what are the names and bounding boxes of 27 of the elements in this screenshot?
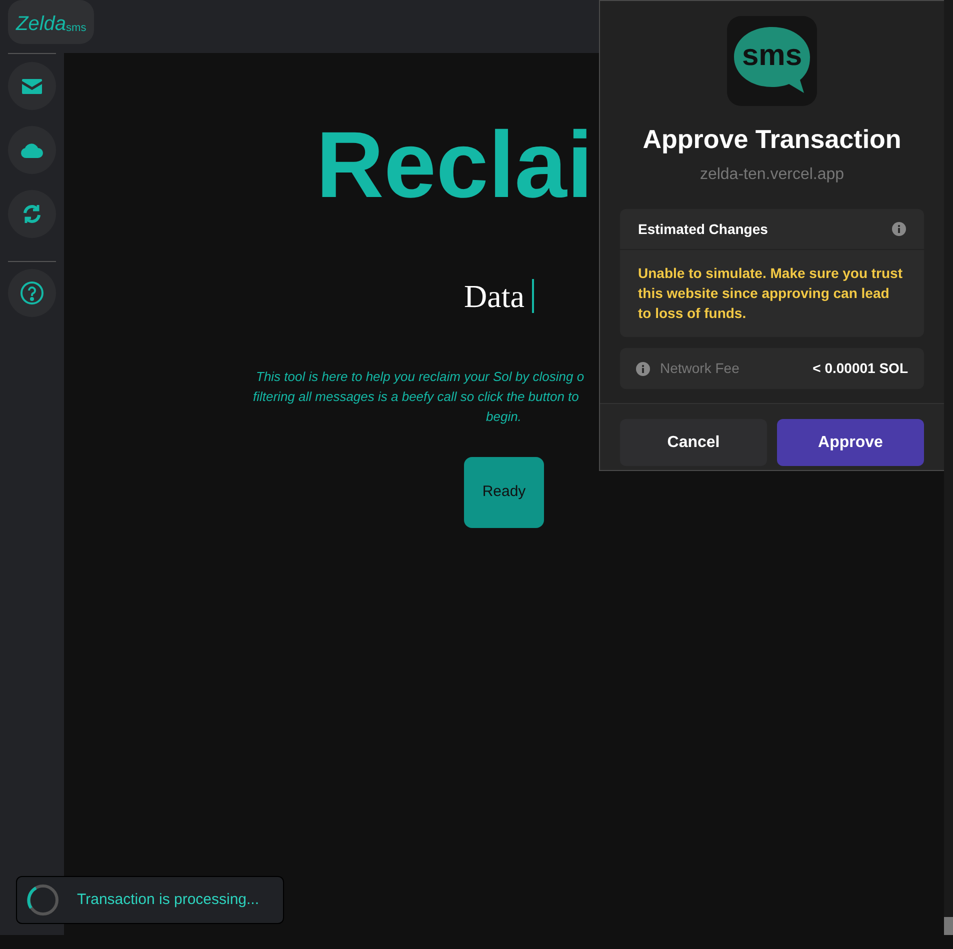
spinner-icon: [27, 884, 59, 916]
page-title: Reclai: [316, 118, 593, 212]
warning-text: Unable to simulate. Make sure you trust this website since approving can lead to loss of funds.: [637, 264, 904, 323]
description-line: This tool is here to help you reclaim your Sol by closing o: [256, 368, 584, 386]
envelope-icon: [21, 77, 43, 95]
info-icon: [892, 222, 906, 236]
toast-message: Transaction is processing...: [77, 890, 260, 910]
panel-title: Estimated Changes: [638, 220, 768, 239]
dialog-title: Approve Transaction: [642, 123, 902, 156]
logo-suffix: sms: [66, 23, 86, 34]
cancel-button[interactable]: Cancel: [620, 419, 767, 466]
ready-button[interactable]: Ready: [464, 457, 544, 528]
sync-icon: [21, 203, 43, 225]
approve-button[interactable]: Approve: [777, 419, 924, 466]
logo-text: Zelda: [16, 14, 66, 34]
scrollbar-thumb[interactable]: [944, 917, 953, 935]
help-icon: [20, 281, 44, 305]
fee-value: < 0.00001 SOL: [812, 359, 908, 378]
description-line: begin.: [486, 408, 522, 426]
site-url: zelda-ten.vercel.app: [700, 165, 844, 185]
description-line: filtering all messages is a beefy call so click the button to: [253, 388, 579, 406]
text-cursor: [532, 279, 534, 313]
typed-text: Data: [464, 277, 524, 316]
cloud-icon: [20, 141, 44, 159]
fee-label: Network Fee: [660, 359, 740, 378]
info-icon: [636, 362, 650, 376]
logo[interactable]: Zeldasms: [8, 0, 94, 44]
